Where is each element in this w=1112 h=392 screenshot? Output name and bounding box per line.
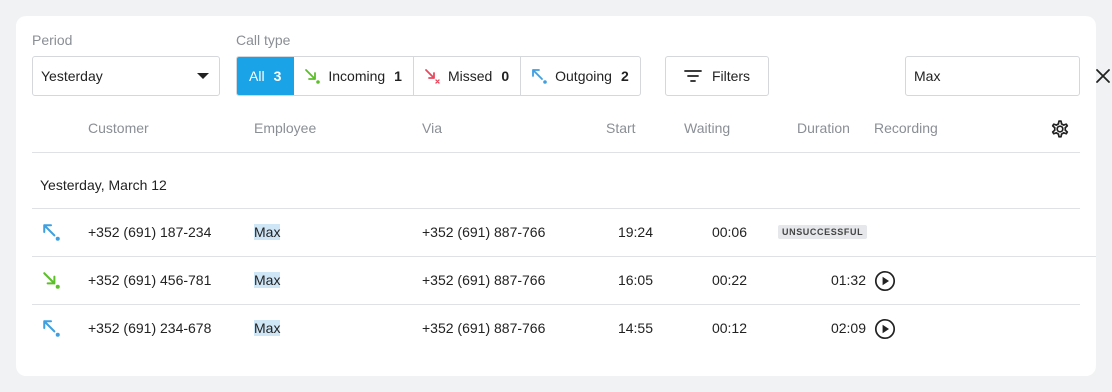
call-log-panel: Period Yesterday Call type All 3 Incomin… [16,16,1110,376]
table-row[interactable]: +352 (691) 187-234 Max +352 (691) 887-76… [32,209,1112,257]
missed-call-icon [425,69,440,84]
clear-search-button[interactable] [1095,64,1111,88]
call-type-outgoing[interactable]: Outgoing 2 [521,57,640,95]
row-duration: 02:09 [830,320,866,336]
call-type-selector: All 3 Incoming 1 Missed 0 Outgoing 2 [236,56,641,96]
play-recording-button[interactable] [874,318,896,340]
column-customer[interactable]: Customer [88,120,149,136]
filter-lines-icon [684,70,702,82]
row-waiting: 00:22 [711,272,747,288]
period-label: Period [32,32,73,48]
table-row[interactable]: +352 (691) 234-678 Max +352 (691) 887-76… [32,305,1112,353]
call-type-all[interactable]: All 3 [237,57,295,95]
column-recording[interactable]: Recording [874,120,938,136]
call-type-all-count: 3 [273,68,282,84]
column-duration[interactable]: Duration [797,120,850,136]
arrow-up-left-icon [43,224,60,241]
filters-button-label: Filters [711,68,751,84]
row-customer: +352 (691) 234-678 [88,320,212,336]
close-icon [1096,69,1110,83]
call-type-outgoing-label: Outgoing [555,68,612,84]
play-recording-button[interactable] [874,270,896,292]
row-employee: Max [254,320,281,336]
play-circle-icon [874,318,896,340]
row-waiting: 00:12 [711,320,747,336]
call-type-all-label: All [249,68,265,84]
row-customer: +352 (691) 187-234 [88,224,212,240]
row-via: +352 (691) 887-766 [422,320,546,336]
call-type-incoming-count: 1 [394,68,402,84]
gear-icon [1051,120,1069,138]
row-start: 14:55 [617,320,653,336]
call-type-missed-count: 0 [501,68,510,84]
call-type-missed[interactable]: Missed 0 [414,57,522,95]
call-type-label: Call type [236,32,291,48]
column-start[interactable]: Start [606,120,636,136]
call-type-incoming-label: Incoming [328,68,386,84]
play-circle-icon [874,270,896,292]
header-divider [32,152,1080,153]
row-via: +352 (691) 887-766 [422,272,546,288]
search-input[interactable] [914,68,1095,84]
row-employee: Max [254,224,281,240]
row-customer: +352 (691) 456-781 [88,272,212,288]
column-via[interactable]: Via [422,120,442,136]
filters-button[interactable]: Filters [665,56,769,96]
column-employee[interactable]: Employee [254,120,316,136]
column-settings-button[interactable] [1048,117,1072,141]
search-box [905,56,1110,96]
table-row[interactable]: +352 (691) 456-781 Max +352 (691) 887-76… [32,257,1112,305]
arrow-down-right-icon [305,69,321,84]
call-type-outgoing-count: 2 [620,68,629,84]
column-waiting[interactable]: Waiting [684,120,730,136]
row-duration: 01:32 [830,272,866,288]
arrow-up-left-icon [532,69,547,84]
period-value: Yesterday [41,68,103,84]
row-via: +352 (691) 887-766 [422,224,546,240]
row-employee: Max [254,272,281,288]
group-title: Yesterday, March 12 [40,177,167,193]
call-type-missed-label: Missed [447,68,493,84]
arrow-down-right-icon [43,272,60,289]
row-start: 16:05 [617,272,653,288]
caret-down-icon [197,73,209,79]
arrow-up-left-icon [43,320,60,337]
row-waiting: 00:06 [711,224,747,240]
call-type-incoming[interactable]: Incoming 1 [294,57,414,95]
row-start: 19:24 [617,224,653,240]
period-select[interactable]: Yesterday [32,56,220,96]
status-badge: UNSUCCESSFUL [778,225,868,239]
